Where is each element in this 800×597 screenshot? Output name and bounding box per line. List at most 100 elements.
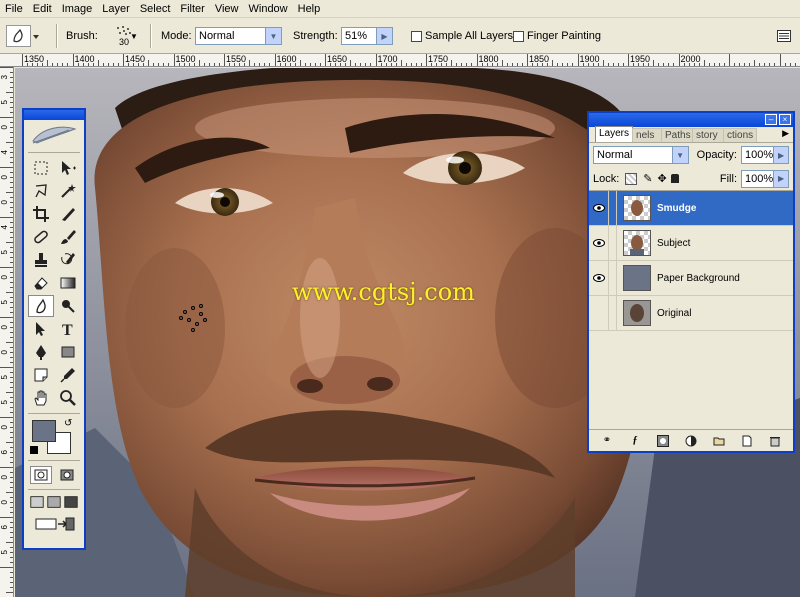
history-brush-tool-icon[interactable]	[55, 249, 81, 271]
ruler-tick	[345, 63, 347, 66]
menu-help[interactable]: Help	[293, 0, 326, 18]
smudge-tool-icon[interactable]	[28, 295, 54, 317]
ruler-tick	[133, 63, 135, 66]
mode-select[interactable]: Normal ▼	[195, 27, 282, 45]
full-screen-menu-mode-icon[interactable]	[46, 494, 62, 510]
eraser-tool-icon[interactable]	[28, 272, 54, 294]
tab-history[interactable]: story	[692, 128, 725, 142]
tab-actions[interactable]: ctions	[723, 128, 758, 142]
zoom-tool-icon[interactable]	[55, 387, 81, 409]
swap-colors-icon[interactable]: ↺	[64, 418, 72, 429]
ruler-tick	[10, 457, 13, 458]
rectangle-tool-icon[interactable]	[55, 341, 81, 363]
menu-image[interactable]: Image	[57, 0, 98, 18]
brush-picker[interactable]: 30	[104, 18, 144, 54]
chevron-right-icon[interactable]: ▶	[773, 170, 788, 187]
blend-mode-select[interactable]: Normal ▼	[593, 146, 689, 164]
type-tool-icon[interactable]: T	[55, 318, 81, 340]
add-mask-icon[interactable]	[656, 434, 670, 448]
finger-painting-checkbox[interactable]: Finger Painting	[513, 18, 601, 54]
feather-logo-icon[interactable]	[24, 120, 84, 150]
layers-titlebar[interactable]: – ×	[589, 113, 793, 127]
full-screen-mode-icon[interactable]	[63, 494, 79, 510]
new-layer-icon[interactable]	[740, 434, 754, 448]
jump-to-imageready-icon[interactable]	[24, 512, 84, 536]
chevron-right-icon[interactable]: ▶	[376, 28, 392, 44]
hand-tool-icon[interactable]	[28, 387, 54, 409]
trash-icon[interactable]	[768, 434, 782, 448]
menu-select[interactable]: Select	[135, 0, 176, 18]
ruler-tick	[319, 63, 321, 66]
menu-view[interactable]: View	[210, 0, 244, 18]
dodge-tool-icon[interactable]	[55, 295, 81, 317]
ruler-tick	[355, 63, 357, 66]
layer-link-cell[interactable]	[609, 225, 617, 261]
default-colors-icon[interactable]	[30, 446, 38, 454]
slice-tool-icon[interactable]	[55, 203, 81, 225]
lock-all-icon[interactable]	[670, 174, 679, 183]
gradient-tool-icon[interactable]	[55, 272, 81, 294]
ruler-tick	[10, 577, 13, 578]
standard-screen-mode-icon[interactable]	[29, 494, 45, 510]
sample-all-layers-checkbox[interactable]: Sample All Layers	[411, 18, 513, 54]
brush-tool-icon[interactable]	[55, 226, 81, 248]
strength-input[interactable]: 51% ▶	[341, 27, 393, 45]
layer-row-smudge[interactable]: Smudge	[589, 190, 793, 226]
opacity-input[interactable]: 100% ▶	[741, 146, 789, 164]
visibility-eye-icon[interactable]	[589, 190, 609, 226]
path-selection-tool-icon[interactable]	[28, 318, 54, 340]
move-tool-icon[interactable]	[55, 157, 81, 179]
layer-link-cell[interactable]	[609, 190, 617, 226]
new-group-icon[interactable]	[712, 434, 726, 448]
checkbox-box[interactable]	[513, 30, 524, 42]
ruler-tick	[466, 63, 468, 66]
notes-tool-icon[interactable]	[28, 364, 54, 386]
healing-brush-tool-icon[interactable]	[28, 226, 54, 248]
eyedropper-tool-icon[interactable]	[55, 364, 81, 386]
magic-wand-tool-icon[interactable]	[55, 180, 81, 202]
visibility-eye-icon[interactable]	[589, 260, 609, 296]
standard-mode-icon[interactable]	[30, 466, 52, 484]
layer-row-original[interactable]: Original	[589, 295, 793, 331]
clone-stamp-tool-icon[interactable]	[28, 249, 54, 271]
tab-channels[interactable]: nels	[632, 128, 663, 142]
chevron-right-icon[interactable]: ▶	[773, 147, 788, 163]
menu-window[interactable]: Window	[244, 0, 293, 18]
lock-pixels-icon[interactable]: ✎	[643, 172, 652, 185]
ruler-tick	[683, 63, 685, 66]
tools-titlebar[interactable]	[24, 110, 84, 120]
menu-edit[interactable]: Edit	[28, 0, 57, 18]
palette-well-button[interactable]	[776, 18, 792, 54]
layer-style-icon[interactable]: ƒ	[628, 434, 642, 448]
lasso-tool-icon[interactable]	[28, 180, 54, 202]
minimize-icon[interactable]: –	[765, 114, 777, 125]
layer-row-paper-background[interactable]: Paper Background	[589, 260, 793, 296]
menu-layer[interactable]: Layer	[97, 0, 135, 18]
crop-tool-icon[interactable]	[28, 203, 54, 225]
tab-paths[interactable]: Paths	[661, 128, 694, 142]
tool-preset-picker[interactable]	[6, 18, 40, 54]
lock-position-icon[interactable]: ✥	[658, 172, 667, 185]
layer-row-subject[interactable]: Subject	[589, 225, 793, 261]
tab-layers[interactable]: Layers	[595, 126, 634, 142]
layer-link-cell[interactable]	[609, 295, 617, 331]
ruler-tick	[653, 60, 655, 66]
lock-transparency-icon[interactable]	[625, 172, 638, 185]
close-icon[interactable]: ×	[779, 114, 791, 125]
visibility-eye-icon[interactable]	[589, 225, 609, 261]
ruler-tick	[10, 127, 13, 128]
link-layers-icon[interactable]: ⚭	[600, 434, 614, 448]
menu-file[interactable]: File	[0, 0, 28, 18]
menu-filter[interactable]: Filter	[175, 0, 209, 18]
foreground-color-swatch[interactable]	[32, 420, 56, 442]
adjustment-layer-icon[interactable]	[684, 434, 698, 448]
pen-tool-icon[interactable]	[28, 341, 54, 363]
fill-input[interactable]: 100% ▶	[741, 169, 789, 188]
checkbox-box[interactable]	[411, 30, 422, 42]
layer-link-cell[interactable]	[609, 260, 617, 296]
marquee-tool-icon[interactable]	[28, 157, 54, 179]
panel-menu-icon[interactable]: ▶	[782, 128, 789, 139]
visibility-toggle-empty[interactable]	[589, 295, 609, 331]
quick-mask-mode-icon[interactable]	[56, 466, 78, 484]
brush-dropdown-arrow[interactable]: ▼	[130, 18, 138, 54]
